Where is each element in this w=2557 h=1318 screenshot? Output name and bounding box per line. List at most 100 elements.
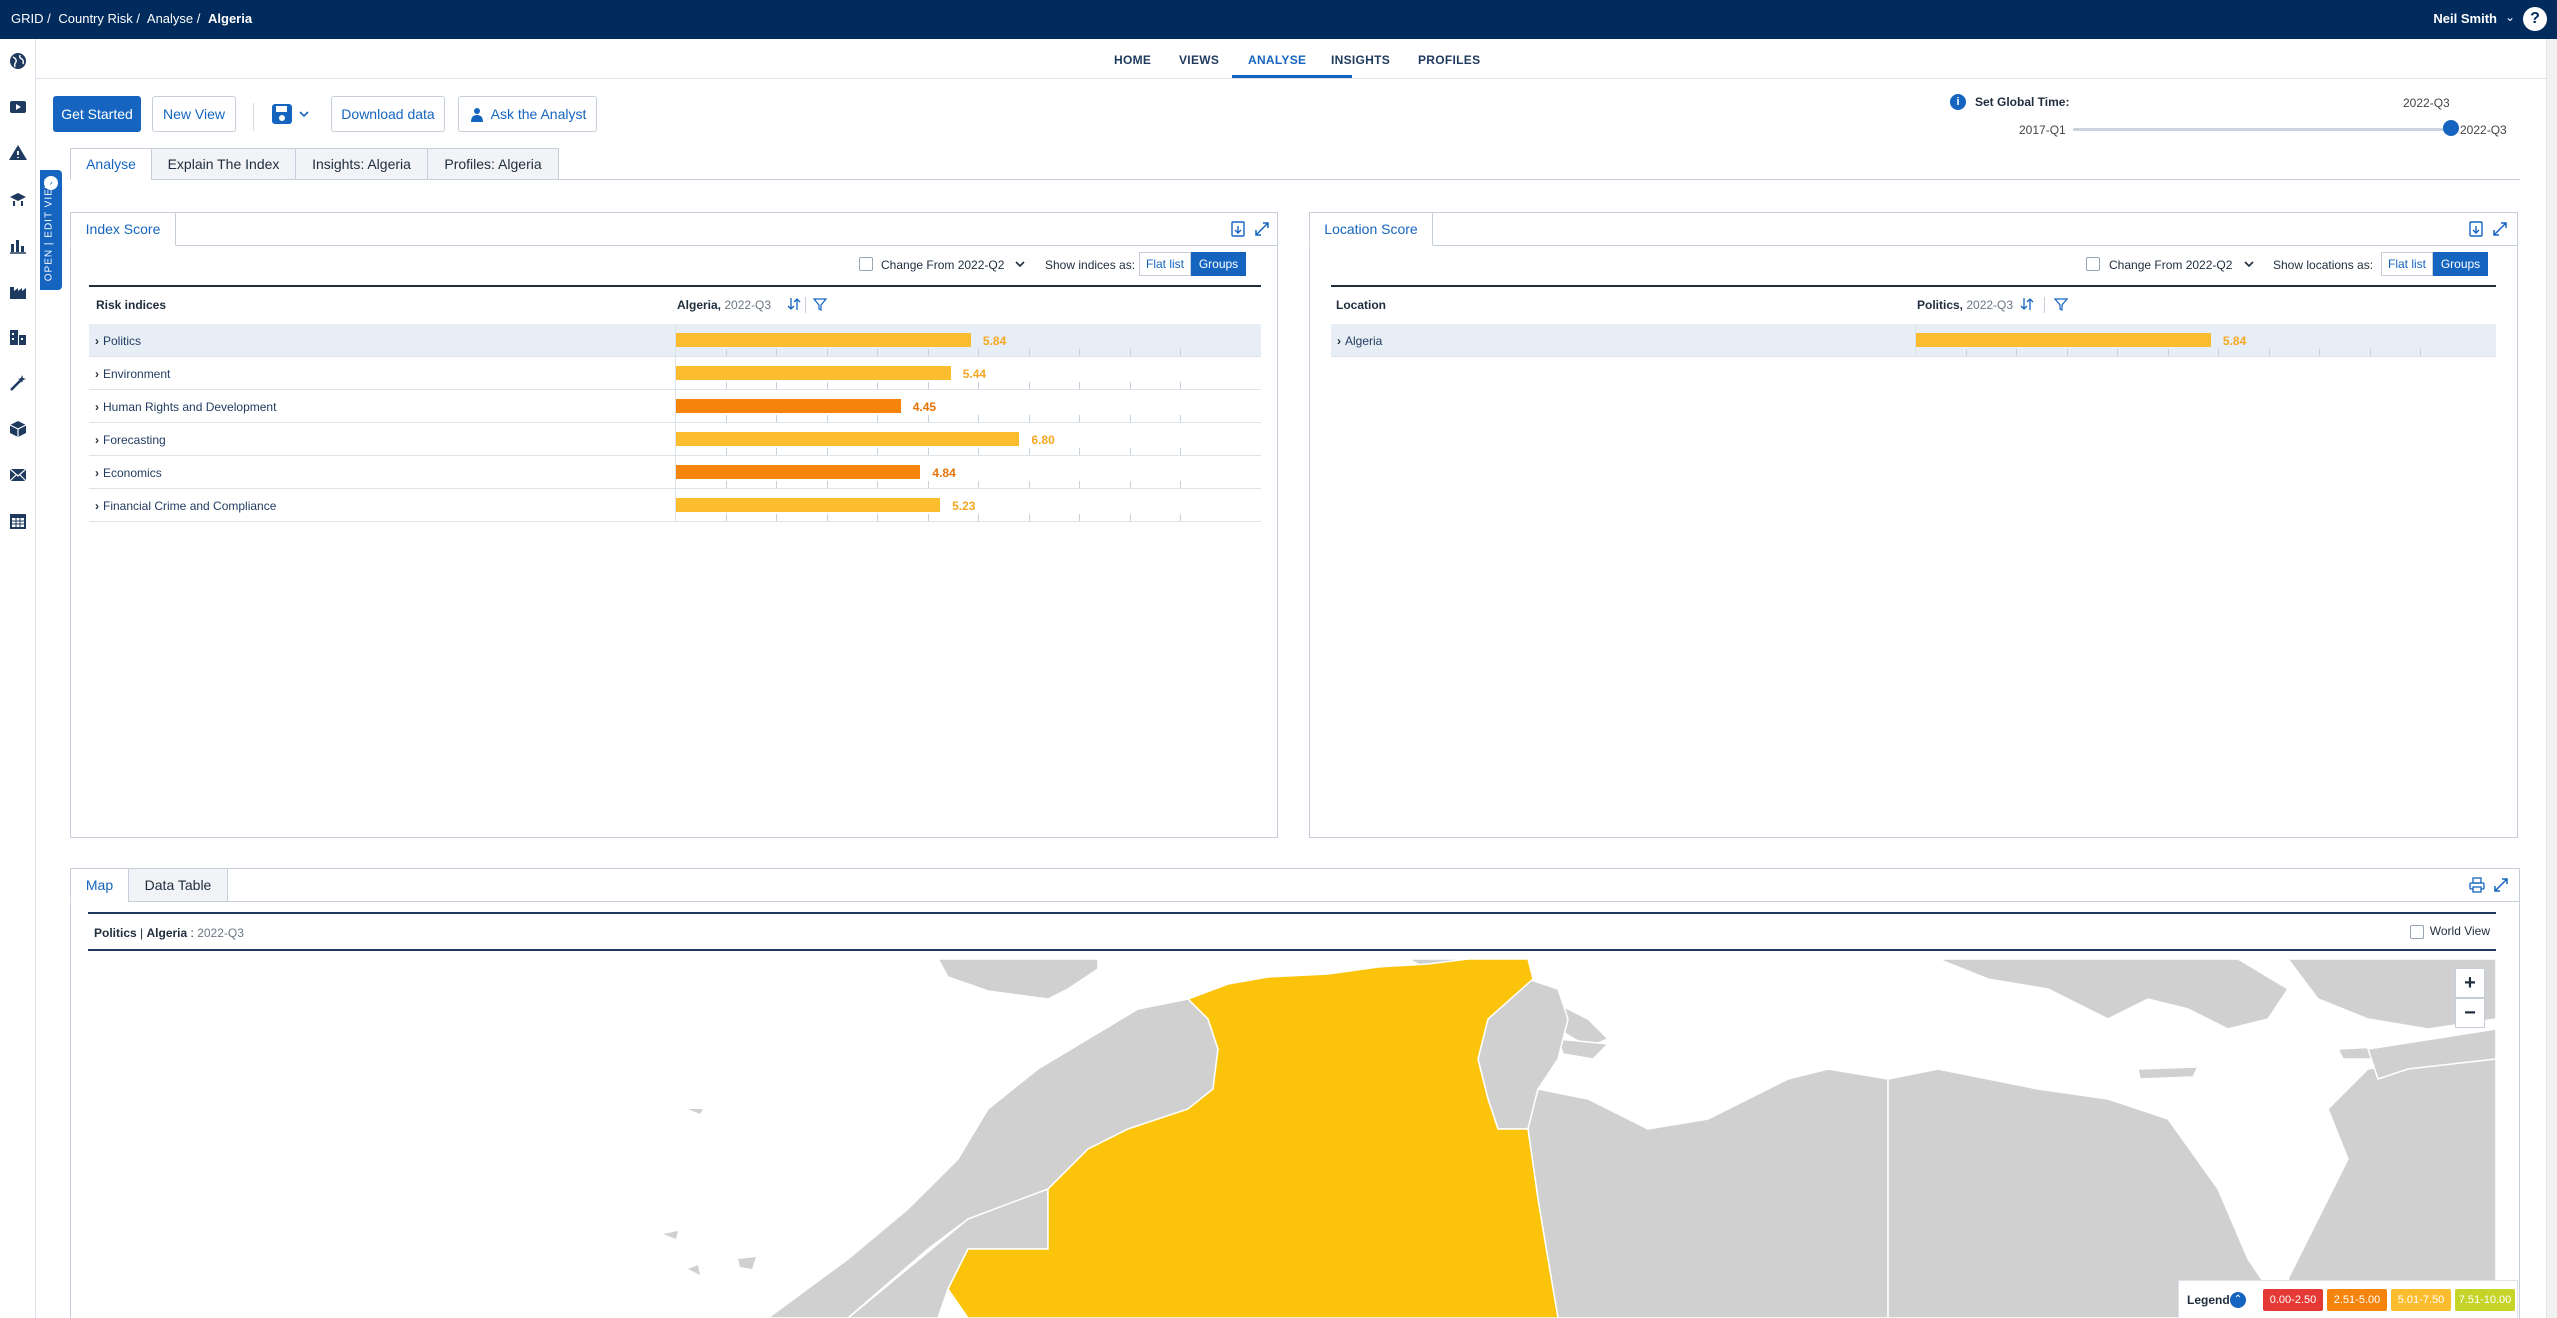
magic-wand-icon[interactable] — [8, 373, 28, 393]
breadcrumb-item-grid[interactable]: GRID / — [11, 11, 51, 26]
score-bar[interactable] — [1916, 333, 2211, 347]
groups-toggle[interactable]: Groups — [1191, 252, 1246, 276]
score-bar[interactable] — [676, 465, 921, 479]
open-edit-view-toggle[interactable]: › OPEN | EDIT VIEW — [40, 170, 62, 290]
row-label[interactable]: › Economics — [95, 466, 162, 480]
tab-data-table[interactable]: Data Table — [128, 868, 228, 902]
tab-insights-algeria[interactable]: Insights: Algeria — [295, 148, 428, 180]
table-row[interactable]: › Forecasting 6.80 — [89, 423, 1261, 456]
row-label[interactable]: › Human Rights and Development — [95, 400, 276, 414]
buildings-icon[interactable] — [8, 327, 28, 347]
global-time-label: Set Global Time: — [1975, 95, 2070, 109]
chevron-right-icon[interactable]: › — [1337, 334, 1341, 348]
sort-icon[interactable] — [2020, 297, 2034, 311]
global-time-slider-handle[interactable] — [2443, 120, 2459, 136]
tab-location-score[interactable]: Location Score — [1309, 212, 1433, 246]
score-bar[interactable] — [676, 498, 941, 512]
sort-icon[interactable] — [787, 297, 801, 311]
user-menu-button[interactable]: Neil Smith — [2433, 11, 2497, 26]
chevron-up-icon[interactable]: ⌃ — [2230, 1292, 2246, 1308]
info-icon[interactable]: i — [1950, 94, 1966, 110]
calendar-icon[interactable] — [8, 511, 28, 531]
grid-tick — [725, 514, 727, 521]
grid-tick — [776, 481, 777, 488]
expand-icon[interactable] — [1254, 221, 1270, 237]
chevron-down-icon[interactable]: ⌄ — [2505, 10, 2515, 24]
chevron-right-icon[interactable]: › — [95, 433, 99, 447]
chevron-right-icon[interactable]: › — [95, 499, 99, 513]
grid-tick — [1079, 481, 1080, 488]
filter-icon[interactable] — [813, 297, 827, 311]
expand-icon[interactable] — [2493, 877, 2509, 893]
table-row[interactable]: › Algeria 5.84 — [1331, 324, 2496, 357]
map-region-libya — [1527, 1068, 1889, 1318]
tab-explain-the-index[interactable]: Explain The Index — [151, 148, 296, 180]
table-row[interactable]: › Environment 5.44 — [89, 357, 1261, 390]
download-data-button[interactable]: Download data — [331, 96, 445, 132]
row-label[interactable]: › Forecasting — [95, 433, 166, 447]
get-started-button[interactable]: Get Started — [53, 96, 141, 132]
chevron-right-icon[interactable]: › — [95, 367, 99, 381]
nav-home[interactable]: HOME — [1114, 53, 1151, 67]
groups-toggle[interactable]: Groups — [2433, 252, 2488, 276]
grid-tick — [1079, 382, 1080, 389]
global-time-slider-track[interactable] — [2073, 128, 2451, 131]
legend-title: Legend — [2187, 1293, 2230, 1307]
breadcrumb-item-country-risk[interactable]: Country Risk / — [58, 11, 140, 26]
breadcrumb-item-analyse[interactable]: Analyse / — [147, 11, 200, 26]
row-label[interactable]: › Algeria — [1337, 334, 1382, 348]
expand-icon[interactable] — [2492, 221, 2508, 237]
world-view-toggle[interactable]: World View — [2409, 924, 2490, 939]
globe-icon[interactable] — [8, 51, 28, 71]
nav-views[interactable]: VIEWS — [1179, 53, 1219, 67]
score-bar[interactable] — [676, 333, 971, 347]
score-bar[interactable] — [676, 399, 901, 413]
flat-list-toggle[interactable]: Flat list — [2381, 252, 2433, 276]
zoom-in-button[interactable]: + — [2455, 968, 2485, 998]
row-label[interactable]: › Environment — [95, 367, 170, 381]
chevron-down-icon[interactable] — [1015, 260, 1025, 268]
score-bar[interactable] — [676, 432, 1020, 446]
map-canvas[interactable]: + − — [88, 959, 2496, 1318]
tab-map[interactable]: Map — [70, 868, 129, 902]
cube-icon[interactable] — [8, 419, 28, 439]
nav-insights[interactable]: INSIGHTS — [1331, 53, 1390, 67]
chevron-right-icon[interactable]: › — [95, 400, 99, 414]
table-row[interactable]: › Financial Crime and Compliance 5.23 — [89, 489, 1261, 522]
save-menu-button[interactable] — [267, 100, 317, 128]
tab-index-score[interactable]: Index Score — [70, 212, 176, 246]
flat-list-toggle[interactable]: Flat list — [1139, 252, 1191, 276]
change-from-checkbox[interactable] — [2086, 257, 2100, 271]
new-view-button[interactable]: New View — [152, 96, 236, 132]
alert-triangle-icon[interactable] — [8, 143, 28, 163]
table-row[interactable]: › Economics 4.84 — [89, 456, 1261, 489]
page-scrollbar[interactable] — [2546, 39, 2557, 1318]
table-row[interactable]: › Human Rights and Development 4.45 — [89, 390, 1261, 423]
video-icon[interactable] — [8, 97, 28, 117]
export-icon[interactable] — [1230, 221, 1246, 237]
print-icon[interactable] — [2469, 877, 2485, 893]
chevron-right-icon[interactable]: › — [95, 334, 99, 348]
filter-icon[interactable] — [2054, 297, 2068, 311]
satellite-icon[interactable] — [8, 189, 28, 209]
envelope-icon[interactable] — [8, 465, 28, 485]
map-svg[interactable] — [88, 959, 2496, 1318]
chevron-right-icon[interactable]: › — [95, 466, 99, 480]
world-view-checkbox[interactable] — [2409, 924, 2424, 939]
tab-profiles-algeria[interactable]: Profiles: Algeria — [427, 148, 559, 180]
row-label[interactable]: › Financial Crime and Compliance — [95, 499, 276, 513]
nav-analyse[interactable]: ANALYSE — [1248, 53, 1306, 67]
row-label[interactable]: › Politics — [95, 334, 141, 348]
chart-bars-icon[interactable] — [8, 235, 28, 255]
factory-icon[interactable] — [8, 281, 28, 301]
export-icon[interactable] — [2468, 221, 2484, 237]
change-from-checkbox[interactable] — [859, 257, 873, 271]
help-icon[interactable]: ? — [2523, 7, 2547, 31]
table-row[interactable]: › Politics 5.84 — [89, 324, 1261, 357]
score-bar[interactable] — [676, 366, 951, 380]
ask-analyst-button[interactable]: Ask the Analyst — [458, 96, 597, 132]
nav-profiles[interactable]: PROFILES — [1418, 53, 1480, 67]
chevron-down-icon[interactable] — [2244, 260, 2254, 268]
zoom-out-button[interactable]: − — [2455, 998, 2485, 1028]
tab-analyse[interactable]: Analyse — [70, 148, 152, 180]
